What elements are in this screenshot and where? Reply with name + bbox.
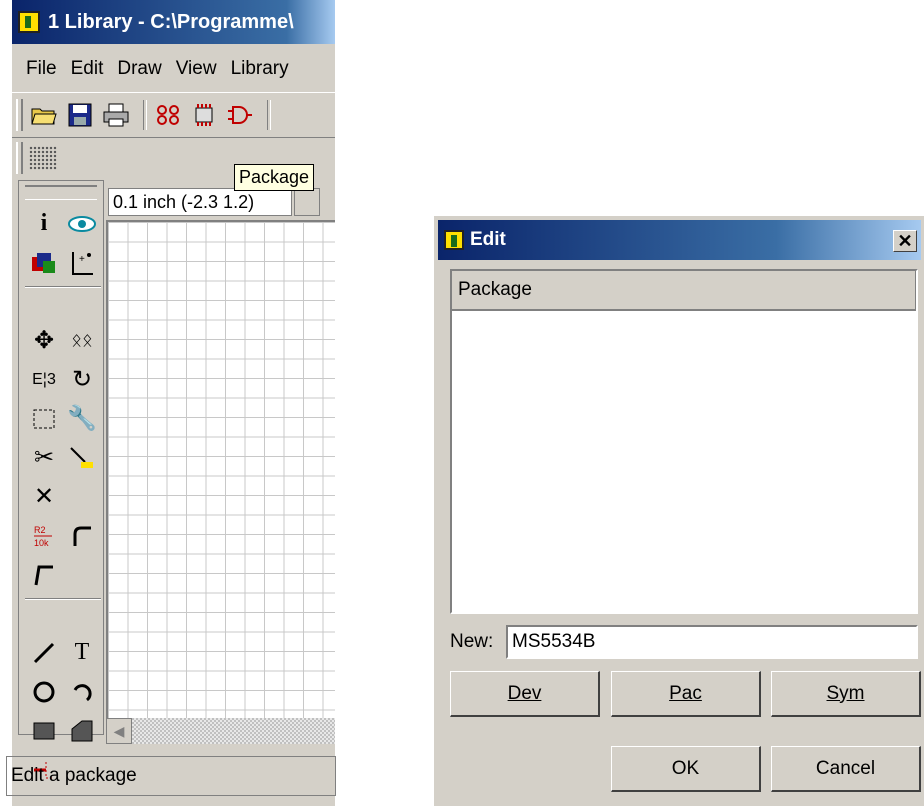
package-list[interactable]: Package <box>450 269 918 614</box>
new-name-row: New: <box>450 624 918 660</box>
sym-button[interactable]: Sym <box>771 671 921 717</box>
circle-icon[interactable] <box>25 672 63 711</box>
horizontal-scrollbar[interactable]: ◀ <box>106 718 335 744</box>
main-toolbar <box>12 92 335 138</box>
sym-button-label: Sym <box>826 682 865 704</box>
save-icon[interactable] <box>65 100 95 130</box>
group-icon[interactable] <box>25 399 63 438</box>
mirror-icon[interactable]: E¦3 <box>25 360 63 399</box>
new-label: New: <box>450 631 494 652</box>
grid-dots-icon[interactable] <box>29 146 57 170</box>
dev-button[interactable]: Dev <box>450 671 600 717</box>
miter-icon[interactable] <box>63 516 101 555</box>
text-icon[interactable]: T <box>63 633 101 672</box>
show-eye-icon[interactable] <box>63 204 101 243</box>
drawing-area: 0.1 inch (-2.3 1.2) ◀ <box>104 186 335 746</box>
eagle-app-icon <box>18 11 40 33</box>
cut-scissors-icon[interactable]: ✂ <box>25 438 63 477</box>
svg-text:+: + <box>79 254 85 265</box>
menu-library[interactable]: Library <box>231 58 289 80</box>
split-icon[interactable] <box>25 555 63 594</box>
toolbar-separator-2 <box>267 100 271 130</box>
library-window: 1 Library - C:\Programme\ File Edit Draw… <box>12 0 335 806</box>
arc-icon[interactable] <box>63 672 101 711</box>
library-window-title: 1 Library - C:\Programme\ <box>48 10 294 33</box>
name-value-icon[interactable]: R2 10k <box>25 516 63 555</box>
toolbar-separator <box>143 100 147 130</box>
package-icon[interactable] <box>189 100 219 130</box>
empty-slot-2 <box>63 555 101 594</box>
command-toolbar: i + ✥ ᛟᛟ E¦3 ↻ 🔧 ✂ ✕ R2 10k T <box>18 180 104 778</box>
package-tooltip: Package <box>234 164 315 191</box>
scroll-left-arrow-icon[interactable]: ◀ <box>106 718 132 744</box>
polygon-icon[interactable] <box>63 711 101 750</box>
wire-line-icon[interactable] <box>25 633 63 672</box>
svg-text:R2: R2 <box>34 525 46 535</box>
display-layers-icon[interactable] <box>25 243 63 282</box>
coordinate-display: 0.1 inch (-2.3 1.2) <box>108 188 292 216</box>
library-title-bar[interactable]: 1 Library - C:\Programme\ <box>12 0 335 44</box>
rotate-icon[interactable]: ↻ <box>63 360 101 399</box>
empty-slot <box>63 477 101 516</box>
rectangle-icon[interactable] <box>25 711 63 750</box>
print-icon[interactable] <box>101 100 131 130</box>
pac-button[interactable]: Pac <box>611 671 761 717</box>
status-bar: Edit a package <box>6 756 336 796</box>
menu-file[interactable]: File <box>26 58 57 80</box>
symbol-icon[interactable] <box>225 100 255 130</box>
mark-origin-icon[interactable]: + <box>63 243 101 282</box>
move-icon[interactable]: ✥ <box>25 321 63 360</box>
paste-icon[interactable] <box>63 438 101 477</box>
edit-dialog: Edit ✕ Package New: Dev Pac Sym OK Cance… <box>433 215 924 806</box>
menu-edit[interactable]: Edit <box>71 58 104 80</box>
eagle-app-icon <box>444 230 464 250</box>
ok-button[interactable]: OK <box>611 746 761 792</box>
change-wrench-icon[interactable]: 🔧 <box>63 399 101 438</box>
svg-text:10k: 10k <box>34 538 49 548</box>
menu-bar: File Edit Draw View Library <box>12 52 335 86</box>
menu-view[interactable]: View <box>176 58 217 80</box>
info-icon[interactable]: i <box>25 204 63 243</box>
dev-button-label: Dev <box>507 682 542 704</box>
toolbar-grip[interactable] <box>16 99 23 131</box>
pac-button-label: Pac <box>669 682 702 704</box>
close-button[interactable]: ✕ <box>893 230 917 252</box>
command-toolbar-grip[interactable] <box>25 185 97 200</box>
edit-dialog-title: Edit <box>470 229 506 250</box>
toolbar-grip-2[interactable] <box>16 142 23 174</box>
drawing-grid-canvas[interactable] <box>106 220 335 718</box>
copy-icon[interactable]: ᛟᛟ <box>63 321 101 360</box>
coordinate-dropdown-button[interactable] <box>294 188 320 216</box>
schematic-icon[interactable] <box>153 100 183 130</box>
open-folder-icon[interactable] <box>29 100 59 130</box>
menu-draw[interactable]: Draw <box>117 58 161 80</box>
package-list-header[interactable]: Package <box>452 271 916 311</box>
cancel-button[interactable]: Cancel <box>771 746 921 792</box>
new-name-input[interactable] <box>506 625 918 659</box>
delete-x-icon[interactable]: ✕ <box>25 477 63 516</box>
edit-dialog-title-bar[interactable]: Edit ✕ <box>438 220 921 260</box>
